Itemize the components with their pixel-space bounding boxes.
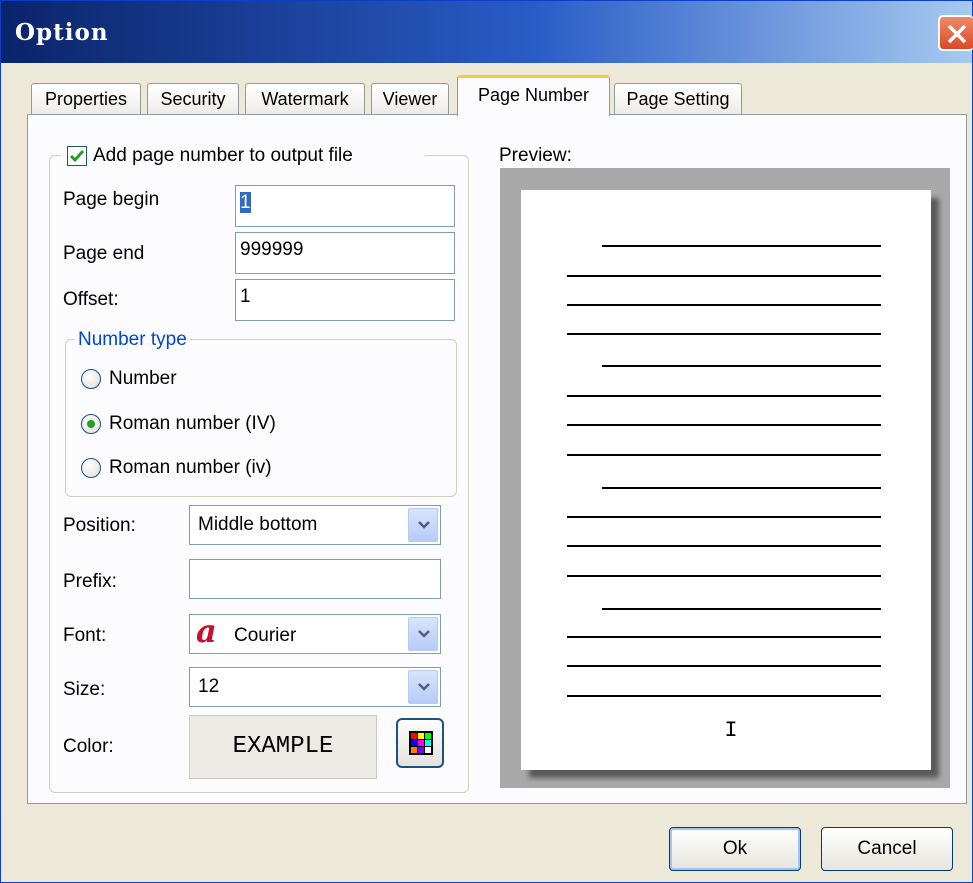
radio-roman-lower[interactable]	[81, 458, 101, 478]
chevron-down-icon	[418, 521, 430, 529]
page-end-label: Page end	[63, 243, 145, 264]
text-line	[567, 275, 881, 277]
window-title: Option	[15, 19, 109, 46]
preview-area: I	[500, 168, 950, 788]
page-begin-value: 1	[240, 192, 251, 213]
ok-button[interactable]: Ok	[669, 827, 801, 871]
tab-label: Watermark	[261, 89, 349, 109]
text-line	[602, 487, 881, 489]
position-label: Position:	[63, 515, 136, 536]
text-line	[567, 695, 881, 697]
font-value: Courier	[234, 625, 297, 646]
text-line	[567, 665, 881, 667]
text-line	[567, 395, 881, 397]
option-dialog: Option Properties Security Watermark Vie…	[0, 0, 973, 883]
close-icon	[947, 24, 967, 44]
chevron-down-icon	[418, 683, 430, 691]
tab-properties[interactable]: Properties	[31, 83, 141, 115]
font-icon: a	[196, 612, 217, 650]
tab-page-setting[interactable]: Page Setting	[614, 83, 742, 115]
tab-label: Properties	[44, 89, 128, 109]
offset-label: Offset:	[63, 289, 119, 310]
tab-label: Viewer	[382, 89, 438, 109]
text-line	[602, 365, 881, 367]
tab-label: Page Number	[477, 85, 590, 105]
radio-roman-lower-label: Roman number (iv)	[109, 457, 272, 478]
color-picker-button[interactable]	[396, 718, 444, 768]
preview-page: I	[521, 190, 931, 770]
font-label: Font:	[63, 625, 107, 646]
title-bar[interactable]: Option	[1, 1, 973, 63]
offset-input[interactable]: 1	[235, 279, 455, 321]
size-label: Size:	[63, 679, 106, 700]
font-dropdown-button[interactable]	[408, 617, 438, 651]
font-select[interactable]: a Courier	[189, 612, 441, 654]
radio-roman-upper[interactable]	[81, 414, 101, 434]
text-line	[567, 545, 881, 547]
text-line	[567, 424, 881, 426]
page-end-value: 999999	[240, 239, 304, 260]
radio-number[interactable]	[81, 369, 101, 389]
tab-security[interactable]: Security	[147, 83, 239, 115]
prefix-label: Prefix:	[63, 571, 117, 592]
add-page-number-checkbox[interactable]	[67, 146, 87, 166]
page-end-input[interactable]: 999999	[235, 232, 455, 274]
radio-selected-dot	[87, 420, 95, 428]
checkmark-icon	[69, 150, 85, 163]
size-dropdown-button[interactable]	[408, 670, 438, 704]
page-begin-label: Page begin	[63, 189, 160, 210]
tab-label: Security	[160, 89, 226, 109]
offset-value: 1	[240, 286, 251, 307]
number-type-legend: Number type	[75, 329, 190, 351]
text-line	[567, 575, 881, 577]
text-line	[567, 333, 881, 335]
position-value: Middle bottom	[198, 514, 318, 535]
tab-watermark[interactable]: Watermark	[245, 83, 365, 115]
color-label: Color:	[63, 736, 114, 757]
text-line	[567, 636, 881, 638]
prefix-input[interactable]	[189, 559, 441, 599]
text-line	[567, 304, 881, 306]
color-palette-icon	[409, 731, 433, 755]
preview-page-number: I	[724, 718, 738, 743]
tab-label: Page Setting	[626, 89, 730, 109]
text-line	[602, 245, 881, 247]
color-example: EXAMPLE	[189, 715, 377, 779]
position-select[interactable]: Middle bottom	[189, 505, 441, 545]
text-line	[567, 454, 881, 456]
tab-viewer[interactable]: Viewer	[371, 83, 449, 115]
tab-page-number[interactable]: Page Number	[457, 75, 610, 116]
add-page-number-label: Add page number to output file	[93, 145, 353, 166]
cancel-button[interactable]: Cancel	[821, 827, 953, 871]
page-begin-input[interactable]: 1	[235, 185, 455, 227]
chevron-down-icon	[418, 630, 430, 638]
radio-roman-upper-label: Roman number (IV)	[109, 413, 276, 434]
size-select[interactable]: 12	[189, 667, 441, 707]
size-value: 12	[198, 676, 220, 697]
radio-number-label: Number	[109, 368, 177, 389]
position-dropdown-button[interactable]	[408, 508, 438, 542]
text-line	[602, 608, 881, 610]
text-line	[567, 516, 881, 518]
close-button[interactable]	[938, 15, 973, 51]
preview-label: Preview:	[499, 145, 572, 166]
